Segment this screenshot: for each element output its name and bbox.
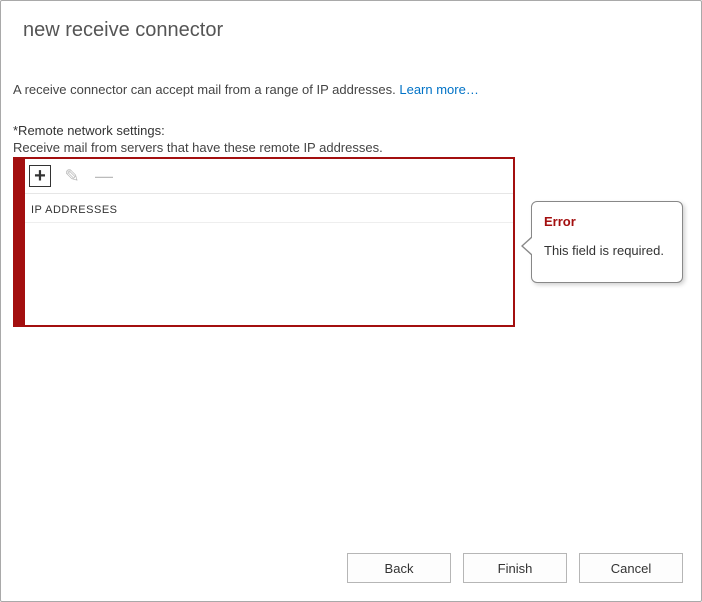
cancel-button[interactable]: Cancel — [579, 553, 683, 583]
ip-column-header: IP ADDRESSES — [15, 194, 513, 223]
ip-toolbar: + ✎ — — [15, 159, 513, 194]
ip-address-panel: + ✎ — IP ADDRESSES — [13, 157, 515, 327]
error-title: Error — [544, 214, 670, 229]
remote-network-sublabel: Receive mail from servers that have thes… — [13, 140, 701, 155]
description: A receive connector can accept mail from… — [13, 82, 701, 97]
page-title: new receive connector — [23, 19, 701, 42]
back-button[interactable]: Back — [347, 553, 451, 583]
pencil-icon: ✎ — [64, 167, 79, 185]
error-indicator-bar — [15, 159, 25, 325]
minus-icon: — — [95, 167, 113, 185]
finish-button[interactable]: Finish — [463, 553, 567, 583]
edit-button[interactable]: ✎ — [61, 165, 83, 187]
add-button[interactable]: + — [29, 165, 51, 187]
wizard-button-bar: Back Finish Cancel — [347, 553, 683, 583]
description-text: A receive connector can accept mail from… — [13, 82, 399, 97]
remote-network-label: *Remote network settings: — [13, 123, 701, 138]
error-message: This field is required. — [544, 243, 670, 258]
plus-icon: + — [34, 166, 46, 186]
error-callout: Error This field is required. — [531, 201, 683, 283]
learn-more-link[interactable]: Learn more… — [399, 82, 478, 97]
remove-button[interactable]: — — [93, 165, 115, 187]
